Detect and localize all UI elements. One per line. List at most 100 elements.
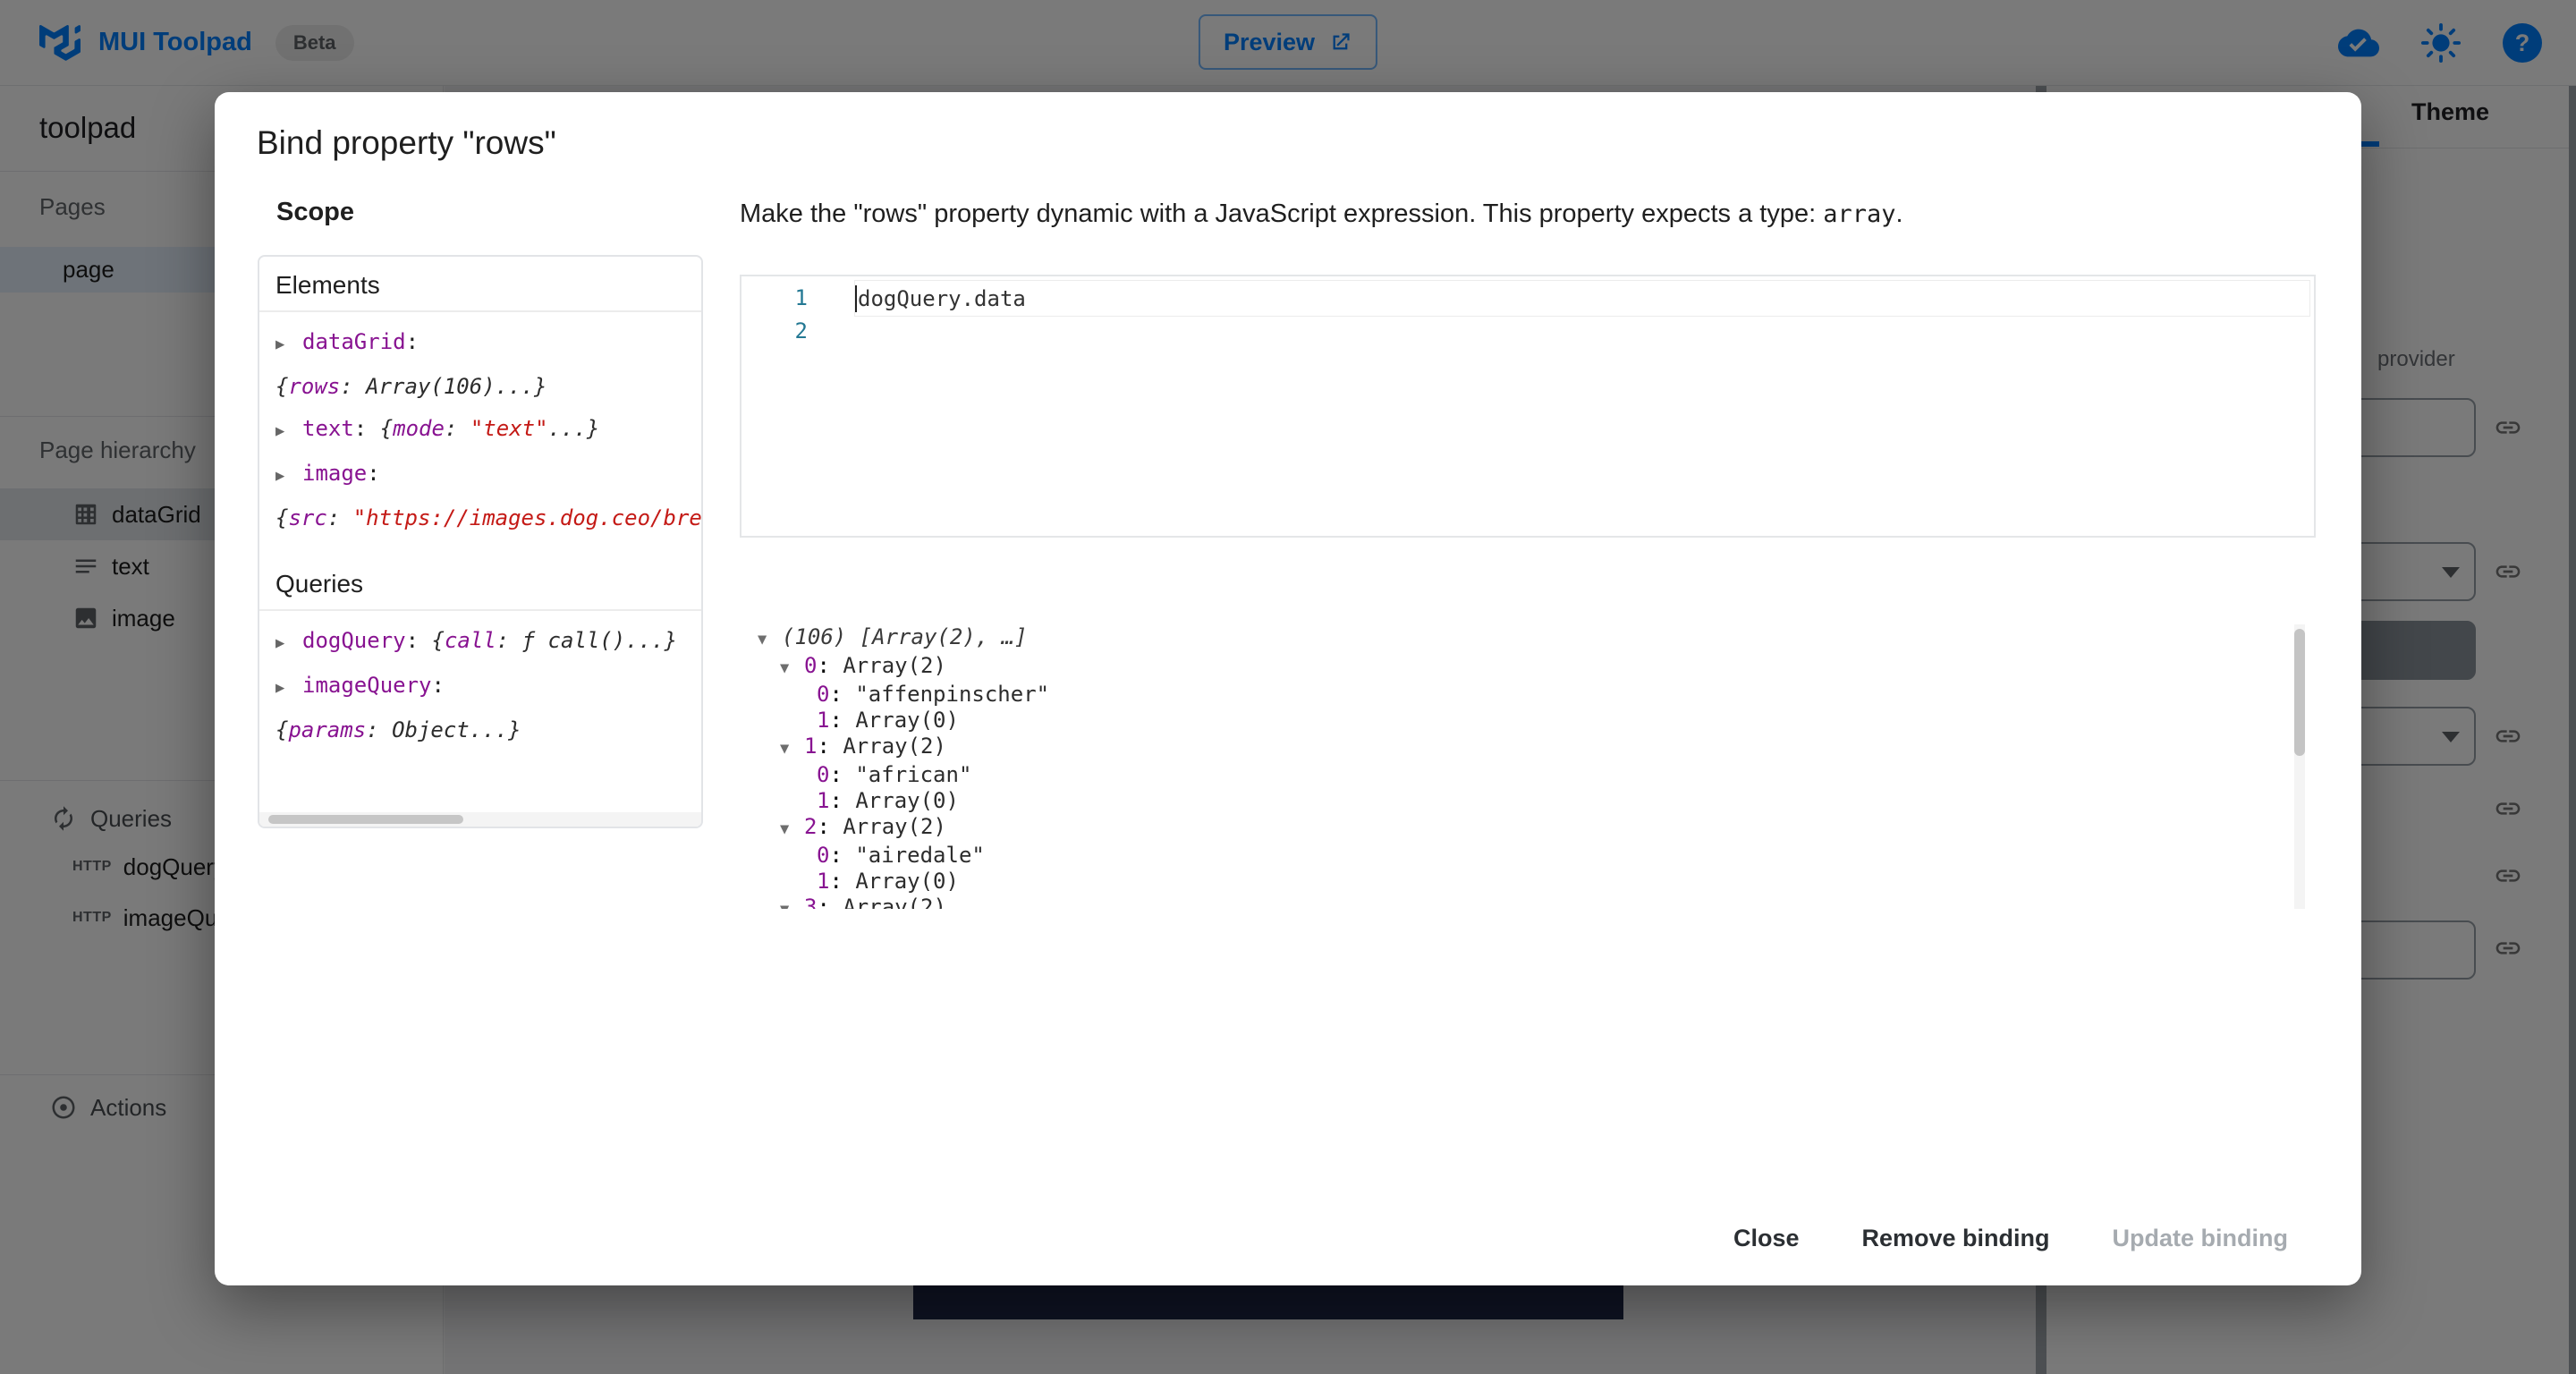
- punctuation: :: [817, 734, 843, 759]
- instruction-text: Make the "rows" property dynamic with a …: [740, 199, 1823, 228]
- scope-node-text[interactable]: ▶text: {mode: "text"...}: [275, 408, 685, 453]
- scope-node-dogquery[interactable]: ▶dogQuery: {call: ƒ call()...}: [275, 620, 685, 665]
- preview-node[interactable]: ▼3: Array(2): [740, 895, 2318, 909]
- expander-icon[interactable]: ▶: [275, 411, 302, 453]
- preview-leaf: 1: Array(0): [740, 788, 2318, 814]
- punctuation: ...}: [470, 717, 521, 742]
- preview-value: ƒ call(): [522, 628, 626, 653]
- node-preview: {src: "https://images.dog.ceo/bre: [275, 497, 702, 539]
- preview-value: Array(2): [843, 814, 946, 839]
- preview-key: mode: [393, 416, 445, 441]
- punctuation: :: [445, 416, 470, 441]
- collapse-arrow-icon[interactable]: ▼: [758, 627, 782, 653]
- scope-browser: Elements ▶dataGrid: {rows: Array(106)...…: [258, 255, 703, 828]
- preview-key: 1: [817, 788, 829, 813]
- punctuation: :: [340, 374, 366, 399]
- punctuation: :: [406, 329, 419, 354]
- bind-property-dialog: Bind property "rows" Scope Elements ▶dat…: [215, 92, 2361, 1285]
- punctuation: :: [829, 869, 855, 894]
- preview-leaf: 1: Array(0): [740, 869, 2318, 895]
- line-number: 2: [741, 315, 831, 348]
- preview-node[interactable]: ▼0: Array(2): [740, 653, 2318, 682]
- preview-key: 0: [804, 653, 817, 678]
- preview-value: Array(2): [843, 653, 946, 678]
- preview-leaf: 0: "airedale": [740, 843, 2318, 869]
- punctuation: :: [817, 653, 843, 678]
- punctuation: {: [380, 416, 393, 441]
- elements-tree: ▶dataGrid: {rows: Array(106)...} ▶text: …: [259, 312, 701, 539]
- node-name: image: [302, 461, 367, 486]
- preview-leaf: 0: "african": [740, 762, 2318, 788]
- scope-label: Scope: [276, 198, 354, 227]
- expander-icon[interactable]: ▶: [275, 667, 302, 709]
- js-expression-editor[interactable]: 1 2 dogQuery.data: [740, 275, 2316, 538]
- preview-key: 1: [804, 734, 817, 759]
- punctuation: ...}: [496, 374, 547, 399]
- editor-current-line[interactable]: dogQuery.data: [854, 280, 2310, 317]
- preview-value: "african": [855, 762, 971, 787]
- queries-tree: ▶dogQuery: {call: ƒ call()...} ▶imageQue…: [259, 611, 701, 751]
- editor-code: dogQuery.data: [858, 286, 1026, 311]
- preview-value: Array(0): [855, 708, 959, 733]
- dialog-instruction: Make the "rows" property dynamic with a …: [740, 199, 2278, 229]
- collapse-arrow-icon[interactable]: ▼: [780, 817, 804, 843]
- node-preview: {call: ƒ call()...}: [432, 620, 678, 662]
- line-number: 1: [741, 282, 831, 315]
- punctuation: {: [275, 717, 288, 742]
- expander-icon[interactable]: ▶: [275, 324, 302, 366]
- scope-node-image[interactable]: ▶image: {src: "https://images.dog.ceo/br…: [275, 453, 685, 539]
- punctuation: :: [496, 628, 522, 653]
- preview-key: 1: [817, 708, 829, 733]
- preview-value: Array(2): [843, 734, 946, 759]
- punctuation: {: [275, 374, 288, 399]
- preview-node[interactable]: ▼2: Array(2): [740, 814, 2318, 843]
- preview-value: Object: [392, 717, 470, 742]
- scope-horizontal-scrollbar-thumb[interactable]: [268, 815, 463, 824]
- preview-value: Array(0): [855, 788, 959, 813]
- remove-binding-button[interactable]: Remove binding: [1846, 1210, 2066, 1266]
- node-name: dogQuery: [302, 628, 406, 653]
- node-name: imageQuery: [302, 673, 432, 698]
- preview-key: 0: [817, 762, 829, 787]
- preview-leaf: 1: Array(0): [740, 708, 2318, 734]
- preview-key: 0: [817, 843, 829, 868]
- scope-node-imagequery[interactable]: ▶imageQuery: {params: Object...}: [275, 665, 685, 751]
- instruction-period: .: [1895, 199, 1902, 228]
- expander-icon[interactable]: ▶: [275, 455, 302, 497]
- preview-value: "airedale": [855, 843, 985, 868]
- preview-leaf: 0: "affenpinscher": [740, 682, 2318, 708]
- expander-icon[interactable]: ▶: [275, 623, 302, 665]
- preview-root-node[interactable]: ▼(106) [Array(2), …]: [740, 624, 2318, 653]
- collapse-arrow-icon[interactable]: ▼: [780, 736, 804, 762]
- preview-value: Array(106): [366, 374, 496, 399]
- node-preview: {rows: Array(106)...}: [275, 366, 547, 408]
- punctuation: :: [366, 717, 392, 742]
- punctuation: :: [327, 505, 353, 530]
- text-cursor: [855, 285, 857, 312]
- collapse-arrow-icon[interactable]: ▼: [780, 656, 804, 682]
- scope-node-datagrid[interactable]: ▶dataGrid: {rows: Array(106)...}: [275, 321, 685, 408]
- preview-key: 0: [817, 682, 829, 707]
- node-name: text: [302, 416, 354, 441]
- preview-scrollbar-thumb[interactable]: [2294, 629, 2305, 756]
- punctuation: :: [817, 814, 843, 839]
- preview-node[interactable]: ▼1: Array(2): [740, 734, 2318, 762]
- preview-value: Array(0): [855, 869, 959, 894]
- collapse-arrow-icon[interactable]: ▼: [780, 897, 804, 909]
- punctuation: :: [406, 628, 432, 653]
- node-name: dataGrid: [302, 329, 406, 354]
- preview-key: call: [445, 628, 496, 653]
- preview-value: "affenpinscher": [855, 682, 1049, 707]
- punctuation: :: [432, 673, 445, 698]
- queries-header: Queries: [259, 556, 701, 611]
- dialog-title: Bind property "rows": [257, 124, 556, 162]
- punctuation: :: [817, 895, 843, 909]
- elements-header: Elements: [259, 257, 701, 312]
- punctuation: ...}: [625, 628, 677, 653]
- update-binding-button: Update binding: [2097, 1210, 2304, 1266]
- punctuation: :: [367, 461, 379, 486]
- preview-key: 2: [804, 814, 817, 839]
- punctuation: :: [829, 682, 855, 707]
- close-button[interactable]: Close: [1717, 1210, 1816, 1266]
- node-preview: {params: Object...}: [275, 709, 521, 751]
